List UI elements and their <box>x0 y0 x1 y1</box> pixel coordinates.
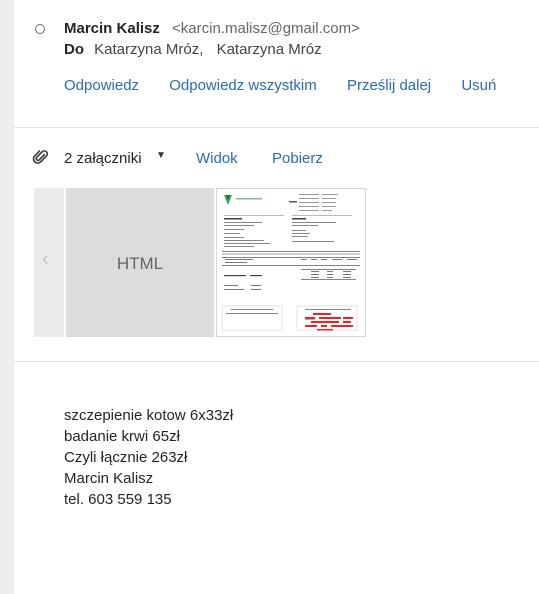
recipients-line: Do Katarzyna Mróz, Katarzyna Mróz <box>64 41 322 58</box>
sender-line: Marcin Kalisz <karcin.malisz@gmail.com> <box>64 20 360 37</box>
chevron-left-icon: ‹ <box>42 248 49 270</box>
attachments-bar: 2 załączniki ▼ Widok Pobierz <box>14 146 539 172</box>
recipient[interactable]: Katarzyna Mróz <box>217 41 322 58</box>
reply-all-button[interactable]: Odpowiedz wszystkim <box>169 77 317 94</box>
recipient[interactable]: Katarzyna Mróz, <box>94 41 203 58</box>
attachment-thumbnail-invoice[interactable] <box>216 188 366 337</box>
attachment-type-label: HTML <box>116 254 164 273</box>
radio-circle-icon[interactable] <box>35 24 45 34</box>
view-button[interactable]: Widok <box>196 150 238 167</box>
body-line: szczepienie kotow 6x33zł <box>64 407 234 424</box>
body-line: Czyli łącznie 263zł <box>64 449 188 466</box>
attachment-thumbnail-html[interactable]: HTML <box>66 188 214 337</box>
carousel-prev-button[interactable]: ‹ <box>34 188 64 337</box>
body-line: badanie krwi 65zł <box>64 428 180 445</box>
divider <box>14 127 539 128</box>
forward-button[interactable]: Prześlij dalej <box>347 77 431 94</box>
reply-button[interactable]: Odpowiedz <box>64 77 139 94</box>
paperclip-icon <box>32 150 49 164</box>
invoice-preview-image <box>221 194 360 331</box>
message-body: szczepienie kotow 6x33zł badanie krwi 65… <box>64 405 233 510</box>
divider <box>14 361 539 362</box>
caret-down-icon[interactable]: ▼ <box>156 150 166 161</box>
to-label: Do <box>64 41 84 58</box>
delete-button[interactable]: Usuń <box>461 77 496 94</box>
left-gutter <box>0 0 14 594</box>
message-header: Marcin Kalisz <karcin.malisz@gmail.com> … <box>14 0 539 128</box>
attachments-count-dropdown[interactable]: 2 załączniki <box>64 150 142 167</box>
body-line: Marcin Kalisz <box>64 470 154 487</box>
download-button[interactable]: Pobierz <box>272 150 323 167</box>
message-actions: Odpowiedz Odpowiedz wszystkim Prześlij d… <box>64 77 496 94</box>
sender-email: <karcin.malisz@gmail.com> <box>172 20 360 37</box>
body-line: tel. 603 559 135 <box>64 491 172 508</box>
sender-name[interactable]: Marcin Kalisz <box>64 20 160 37</box>
